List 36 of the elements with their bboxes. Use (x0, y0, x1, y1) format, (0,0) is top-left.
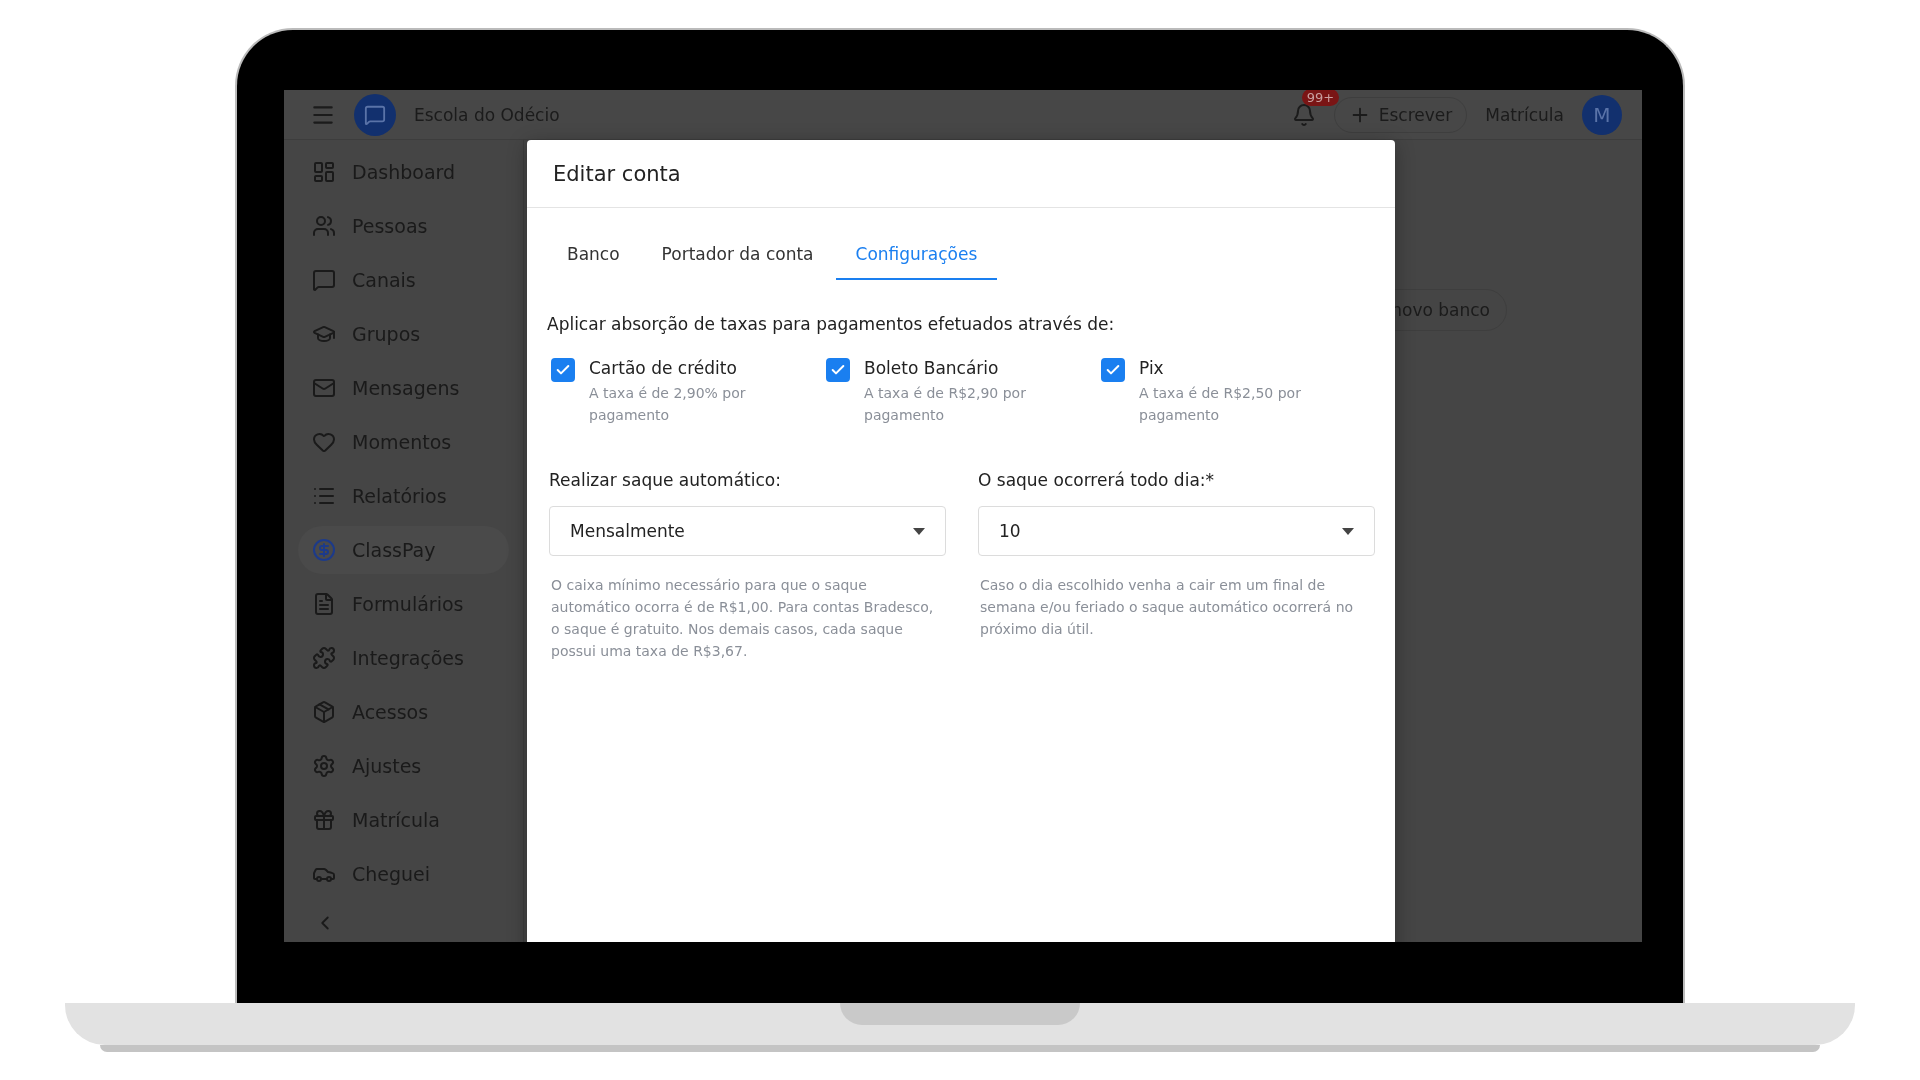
checkbox[interactable] (551, 358, 575, 382)
tab[interactable]: Configurações (835, 232, 998, 280)
dropdown-caret-icon (913, 527, 925, 535)
help-text: Caso o dia escolhido venha a cair em um final de semana e/ou feriado o saque automático ocorrerá no próximo dia útil. (979, 576, 1355, 639)
heart-icon (312, 430, 336, 454)
mail-icon (312, 376, 336, 400)
tab[interactable]: Banco (547, 232, 640, 280)
settings-icon (312, 754, 336, 778)
document-icon (312, 592, 336, 616)
select-field[interactable]: 10 (978, 506, 1375, 556)
option-note: A taxa é de R$2,50 por pagamento (1139, 384, 1302, 425)
option-label: Cartão de crédito (589, 358, 738, 378)
notification-badge: 99+ (1301, 90, 1340, 106)
people-icon (312, 214, 336, 238)
puzzle-icon (312, 646, 336, 670)
option-note: A taxa é de 2,90% por pagamento (589, 384, 747, 425)
section-title: Aplicar absorção de taxas para pagamentos efetuados através de: (547, 314, 1116, 334)
dropdown-caret-icon (1342, 527, 1354, 535)
tab[interactable]: Portador da conta (641, 232, 834, 280)
dialog-title: Editar conta (553, 161, 681, 186)
box-icon (312, 700, 336, 724)
option-label: Pix (1139, 358, 1165, 378)
field-label: Realizar saque automático: (549, 470, 782, 490)
field-label: O saque ocorrerá todo dia:* (978, 470, 1216, 490)
chat-bubble-icon (312, 268, 336, 292)
select-field[interactable]: Mensalmente (549, 506, 946, 556)
help-text: O caixa mínimo necessário para que o saque automático ocorra é de R$1,00. Para contas Bradesco, o saque é gratuito. Nos demais casos, cada saque possui uma taxa de R$3,67. (550, 576, 935, 661)
option-label: Boleto Bancário (864, 358, 1000, 378)
dollar-coin-icon (312, 538, 336, 562)
checkbox[interactable] (1101, 358, 1125, 382)
option-note: A taxa é de R$2,90 por pagamento (864, 384, 1027, 425)
chat-bubble-icon (364, 103, 386, 126)
dashboard-icon (312, 160, 336, 184)
gift-icon (312, 808, 336, 832)
checkbox[interactable] (826, 358, 850, 382)
user-avatar[interactable]: M (1582, 94, 1622, 135)
